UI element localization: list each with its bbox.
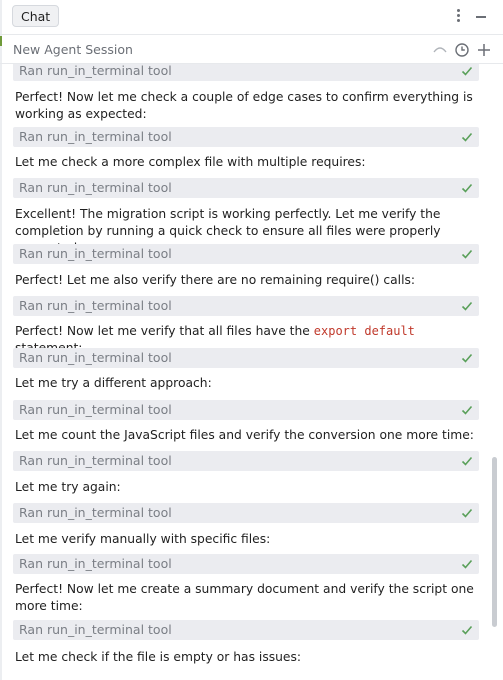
message-text: Perfect! Now let me verify that all file… bbox=[15, 324, 314, 338]
tool-call-label: Ran run_in_terminal tool bbox=[19, 298, 172, 313]
tool-call-row[interactable]: Ran run_in_terminal tool bbox=[13, 64, 479, 81]
tool-call-row[interactable]: Ran run_in_terminal tool bbox=[13, 400, 479, 420]
tool-call-label: Ran run_in_terminal tool bbox=[19, 453, 172, 468]
plus-icon[interactable] bbox=[476, 42, 492, 58]
history-icon[interactable] bbox=[454, 42, 470, 58]
check-icon bbox=[461, 183, 473, 193]
check-icon bbox=[461, 353, 473, 363]
tool-call-label: Ran run_in_terminal tool bbox=[19, 505, 172, 520]
check-icon bbox=[461, 301, 473, 311]
tool-call-row[interactable]: Ran run_in_terminal tool bbox=[13, 554, 479, 574]
tool-call-label: Ran run_in_terminal tool bbox=[19, 622, 172, 637]
tool-call-row[interactable]: Ran run_in_terminal tool bbox=[13, 620, 479, 640]
tool-call-label: Ran run_in_terminal tool bbox=[19, 246, 172, 261]
tab-chat[interactable]: Chat bbox=[12, 5, 60, 27]
tool-call-row[interactable]: Ran run_in_terminal tool bbox=[13, 244, 479, 264]
check-icon bbox=[461, 559, 473, 569]
tool-call-label: Ran run_in_terminal tool bbox=[19, 402, 172, 417]
assistant-message: Let me try a different approach: bbox=[15, 376, 212, 390]
assistant-message: Let me check a more complex file with mu… bbox=[15, 155, 366, 169]
tool-call-row[interactable]: Ran run_in_terminal tool bbox=[13, 178, 479, 198]
tool-call-row[interactable]: Ran run_in_terminal tool bbox=[13, 296, 479, 316]
tool-call-label: Ran run_in_terminal tool bbox=[19, 350, 172, 365]
tool-call-row[interactable]: Ran run_in_terminal tool bbox=[13, 451, 479, 471]
inline-code: export default bbox=[313, 324, 415, 338]
check-icon bbox=[461, 405, 473, 415]
chat-panel: Chat New Agent Session Ran run_in_termin… bbox=[0, 0, 503, 680]
assistant-message: Let me try again: bbox=[15, 480, 121, 494]
tool-call-row[interactable]: Ran run_in_terminal tool bbox=[13, 127, 479, 147]
assistant-message: Let me verify manually with specific fil… bbox=[15, 532, 271, 546]
tool-call-label: Ran run_in_terminal tool bbox=[19, 129, 172, 144]
check-icon bbox=[461, 625, 473, 635]
session-title[interactable]: New Agent Session bbox=[13, 42, 133, 57]
check-icon bbox=[461, 249, 473, 259]
assistant-message: Let me count the JavaScript files and ve… bbox=[15, 428, 474, 442]
tool-call-row[interactable]: Ran run_in_terminal tool bbox=[13, 503, 479, 523]
session-bar: New Agent Session bbox=[0, 34, 503, 64]
message-list: Ran run_in_terminal tool Perfect! Now let… bbox=[0, 64, 490, 680]
assistant-message: Perfect! Now let me create a summary doc… bbox=[15, 582, 474, 613]
undo-icon[interactable] bbox=[432, 42, 448, 58]
scrollbar-thumb[interactable] bbox=[492, 457, 497, 627]
kebab-vertical-icon[interactable] bbox=[451, 8, 465, 26]
check-icon bbox=[461, 66, 473, 76]
tool-call-label: Ran run_in_terminal tool bbox=[19, 64, 172, 78]
check-icon bbox=[461, 508, 473, 518]
assistant-message: Let me check if the file is empty or has… bbox=[15, 650, 302, 664]
check-icon bbox=[461, 456, 473, 466]
tool-call-label: Ran run_in_terminal tool bbox=[19, 556, 172, 571]
panel-header: Chat bbox=[0, 0, 503, 34]
tool-call-label: Ran run_in_terminal tool bbox=[19, 180, 172, 195]
check-icon bbox=[461, 132, 473, 142]
assistant-message: Perfect! Let me also verify there are no… bbox=[15, 273, 416, 287]
minimize-icon[interactable] bbox=[476, 16, 486, 18]
tool-call-row[interactable]: Ran run_in_terminal tool bbox=[13, 348, 479, 368]
assistant-message: Perfect! Now let me check a couple of ed… bbox=[15, 90, 473, 121]
